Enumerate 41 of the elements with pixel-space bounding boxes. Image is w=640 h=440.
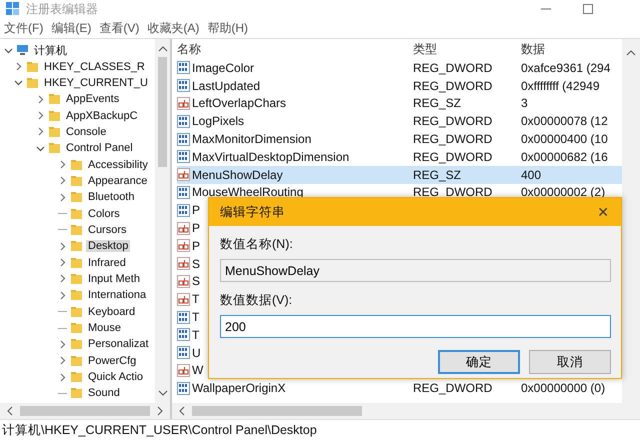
value-type: REG_SZ [413, 96, 462, 110]
value-type: REG_SZ [413, 168, 462, 182]
value-data: 0x00000078 (12 [521, 114, 608, 128]
dialog-title: 编辑字符串 [220, 204, 285, 220]
value-name: MouseWheelRouting [192, 185, 304, 200]
value-type: REG_DWORD [413, 114, 494, 128]
value-name: S [192, 256, 200, 271]
status-bar: 计算机\HKEY_CURRENT_USER\Control Panel\Desktop [0, 419, 640, 440]
value-name: P [192, 203, 200, 218]
value-data: 0xafce9361 (294 [521, 60, 610, 75]
value-name: S [192, 274, 200, 288]
value-data: 0x00000682 (16 [521, 150, 608, 164]
value-name: MaxMonitorDimension [192, 132, 312, 146]
value-type: REG_DWORD [413, 132, 494, 146]
value-type: REG_DWORD [413, 150, 494, 164]
value-name: P [192, 221, 200, 236]
value-type: REG_DWORD [413, 60, 494, 75]
value-name: T [192, 328, 200, 342]
value-name: MenuShowDelay [192, 168, 283, 182]
value-name: P [192, 238, 200, 253]
value-name: T [192, 310, 200, 324]
value-name: W [192, 363, 204, 378]
value-type: REG_DWORD [413, 381, 494, 396]
value-data: 400 [521, 168, 542, 182]
value-data: 0xffffffff (42949 [521, 78, 600, 93]
field-label: 数值数据(V): [220, 292, 294, 309]
value-data: 3 [521, 96, 528, 110]
value-name: WallpaperOriginX [192, 381, 286, 396]
value-data: 0x00000400 (10 [521, 132, 608, 146]
value-name: LogPixels [192, 114, 244, 128]
window-title: 注册表编辑器 [26, 0, 98, 18]
field-label: 数值名称(N): [220, 236, 294, 253]
value-type: REG_DWORD [413, 78, 494, 93]
value-name: T [192, 292, 200, 306]
value-type: REG_DWORD [413, 185, 494, 200]
value-name: LeftOverlapChars [192, 96, 286, 110]
value-name: LastUpdated [192, 78, 260, 93]
value-data: 0x00000000 (0) [521, 381, 606, 396]
value-name: U [192, 346, 201, 360]
value-name: ImageColor [192, 60, 254, 75]
value-name: MaxVirtualDesktopDimension [192, 150, 350, 164]
